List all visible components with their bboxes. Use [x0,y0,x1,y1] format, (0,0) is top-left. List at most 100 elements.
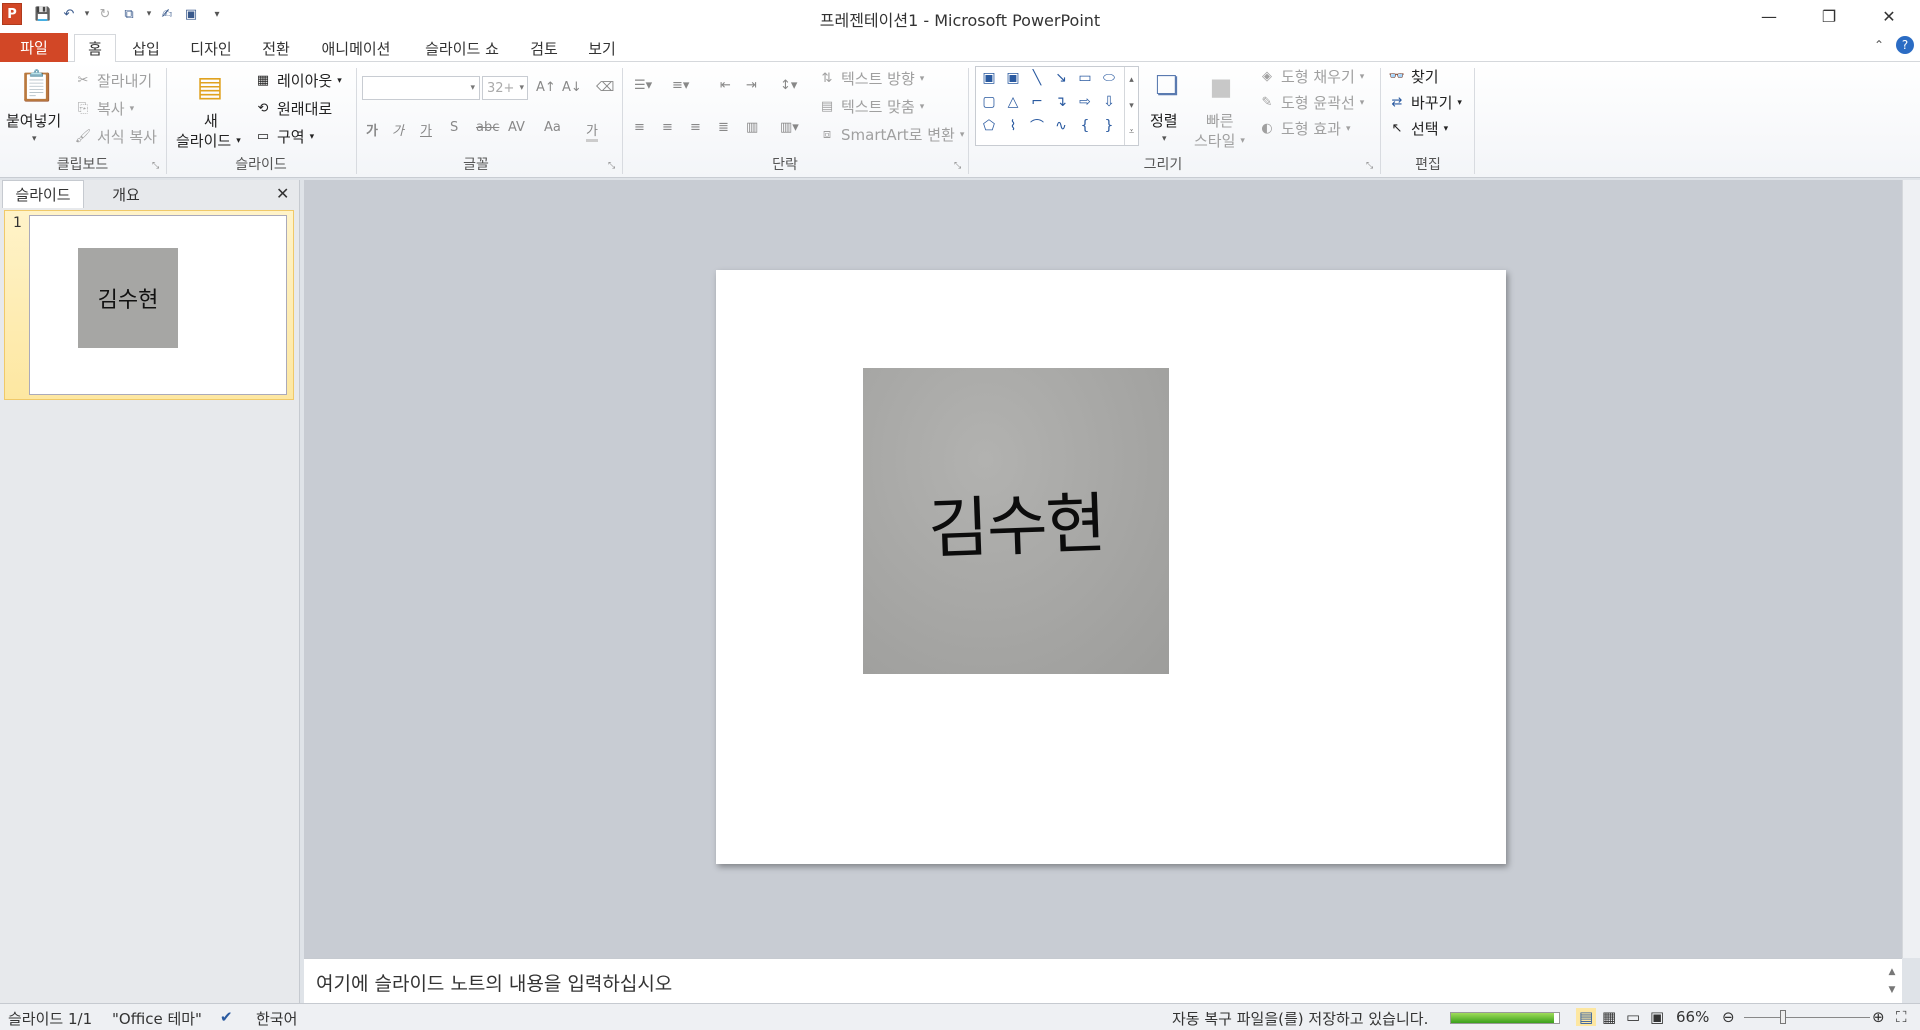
align-text-button[interactable]: ▤ 텍스트 맞춤 ▾ [818,96,924,117]
slideshow-view-icon[interactable]: ▣ [1650,1008,1664,1026]
close-button[interactable]: ✕ [1860,0,1918,32]
notes-pane[interactable]: 여기에 슬라이드 노트의 내용을 입력하십시오 ▲ ▼ [304,958,1902,1003]
right-brace-shape-icon[interactable]: } [1100,117,1118,135]
decrease-indent-icon[interactable]: ⇤ [720,78,731,93]
bullets-icon[interactable]: ☰▾ [634,78,652,93]
rounded-rect-shape-icon[interactable]: ▢ [980,93,998,111]
align-right-icon[interactable]: ≡ [690,120,701,135]
freeform-shape-icon[interactable]: ⌇ [1004,117,1022,135]
down-arrow-shape-icon[interactable]: ⇩ [1100,93,1118,111]
tab-animations[interactable]: 애니메이션 [314,34,398,62]
minimize-button[interactable]: — [1740,0,1798,32]
paste-button[interactable]: 붙여넣기 [6,110,61,131]
line-shape-icon[interactable]: ╲ [1028,69,1046,87]
repeat-icon[interactable]: ⧉ [120,5,138,23]
quick-styles-label-1[interactable]: 빠른 [1206,110,1234,131]
vertical-textbox-shape-icon[interactable]: ▣ [1004,69,1022,87]
slide-picture[interactable]: 김수현 [863,368,1169,674]
undo-icon[interactable]: ↶ [60,5,78,23]
slide-sorter-view-icon[interactable]: ▦ [1602,1008,1616,1026]
shape-effects-button[interactable]: ◐ 도형 효과 ▾ [1258,118,1350,139]
change-case-icon[interactable]: Aa [544,120,561,135]
new-slide-icon[interactable]: ▤ [192,68,228,104]
clipboard-launcher-icon[interactable]: ⤡ [152,161,162,171]
new-slide-button[interactable]: 슬라이드 ▾ [176,130,241,151]
shapes-scroll-icon[interactable]: ▴ ▾ ⩡ [1124,67,1138,145]
arrange-icon[interactable]: ❏ [1150,68,1184,104]
tab-home[interactable]: 홈 [74,34,116,63]
copy-button[interactable]: ⎘ 복사 ▾ [74,98,134,119]
quick-styles-icon[interactable]: ◼ [1204,68,1238,104]
left-brace-shape-icon[interactable]: { [1076,117,1094,135]
clear-format-icon[interactable]: ⌫ [596,80,614,95]
shrink-font-icon[interactable]: A↓ [562,80,582,95]
select-button[interactable]: ↖ 선택 ▾ [1388,118,1449,139]
theme-name[interactable]: "Office 테마" [112,1008,202,1029]
align-center-icon[interactable]: ≡ [662,120,673,135]
grow-font-icon[interactable]: A↑ [536,80,556,95]
rectangle-shape-icon[interactable]: ▭ [1076,69,1094,87]
spacing-icon[interactable]: AV [508,120,525,135]
normal-view-icon[interactable]: ▤ [1576,1008,1597,1026]
tab-view[interactable]: 보기 [582,34,622,62]
smartart-button[interactable]: ⧈ SmartArt로 변환 ▾ [818,124,965,145]
italic-icon[interactable]: 가 [392,120,404,139]
bold-icon[interactable]: 가 [366,120,378,139]
close-panel-icon[interactable]: ✕ [276,184,289,203]
redo-icon[interactable]: ↻ [96,5,114,23]
notes-scrollbar[interactable]: ▲ ▼ [1884,963,1900,1001]
curve-shape-icon[interactable]: ∿ [1052,117,1070,135]
touch-mode-icon[interactable]: ✍ [158,5,176,23]
paragraph-launcher-icon[interactable]: ⤡ [954,161,964,171]
tab-insert[interactable]: 삽입 [126,34,166,62]
shadow-icon[interactable]: S [450,120,458,135]
underline-icon[interactable]: 가 [420,120,432,139]
numbering-icon[interactable]: ≡▾ [672,78,689,93]
distribute-icon[interactable]: ▥ [746,120,758,135]
powerpoint-logo-icon[interactable]: P [2,3,22,25]
reset-button[interactable]: ⟲ 원래대로 [254,98,333,119]
restore-button[interactable]: ❐ [1800,0,1858,32]
reading-view-icon[interactable]: ▭ [1626,1008,1640,1026]
zoom-level[interactable]: 66% [1676,1008,1709,1026]
textbox-shape-icon[interactable]: ▣ [980,69,998,87]
undo-dropdown-icon[interactable]: ▾ [78,5,96,23]
tab-slideshow[interactable]: 슬라이드 쇼 [418,34,506,62]
arc-shape-icon[interactable]: ⌒ [1028,117,1046,135]
help-icon[interactable]: ? [1896,36,1914,54]
drawing-launcher-icon[interactable]: ⤡ [1366,161,1376,171]
tab-file[interactable]: 파일 [0,33,68,62]
font-name-combo[interactable]: ▾ [362,76,480,100]
cut-button[interactable]: ✂ 잘라내기 [74,70,153,91]
arrow-line-shape-icon[interactable]: ↘ [1052,69,1070,87]
section-button[interactable]: ▭ 구역 ▾ [254,126,314,147]
justify-icon[interactable]: ≣ [718,120,729,135]
font-size-combo[interactable]: 32+ ▾ [482,76,528,100]
arrange-dropdown-icon[interactable]: ▾ [1162,134,1167,144]
font-launcher-icon[interactable]: ⤡ [608,161,618,171]
repeat-dropdown-icon[interactable]: ▾ [140,5,158,23]
tab-review[interactable]: 검토 [524,34,564,62]
customize-qat-icon[interactable]: ▾ [208,5,226,23]
shape-fill-button[interactable]: ◈ 도형 채우기 ▾ [1258,66,1364,87]
vertical-scrollbar[interactable] [1902,180,1920,958]
tab-outline-panel[interactable]: 개요 [86,180,166,208]
columns-icon[interactable]: ▥▾ [780,120,799,135]
oval-shape-icon[interactable]: ⬭ [1100,69,1118,87]
zoom-slider-handle[interactable] [1780,1010,1786,1024]
font-color-icon[interactable]: 가 [586,120,598,142]
shape-outline-button[interactable]: ✎ 도형 윤곽선 ▾ [1258,92,1365,113]
text-direction-button[interactable]: ⇅ 텍스트 방향 ▾ [818,68,925,89]
zoom-in-icon[interactable]: ⊕ [1872,1008,1885,1026]
paste-icon[interactable]: 📋 [18,66,55,106]
align-left-icon[interactable]: ≡ [634,120,645,135]
triangle-shape-icon[interactable]: △ [1004,93,1022,111]
language[interactable]: 한국어 [256,1008,297,1029]
strikethrough-icon[interactable]: abc [476,120,499,135]
arrange-button[interactable]: 정렬 [1150,110,1178,131]
line-spacing-icon[interactable]: ↕▾ [780,78,797,93]
layout-button[interactable]: ▦ 레이아웃 ▾ [254,70,342,91]
zoom-out-icon[interactable]: ⊖ [1722,1008,1735,1026]
tab-transitions[interactable]: 전환 [256,34,296,62]
tab-slides-panel[interactable]: 슬라이드 [2,180,84,208]
